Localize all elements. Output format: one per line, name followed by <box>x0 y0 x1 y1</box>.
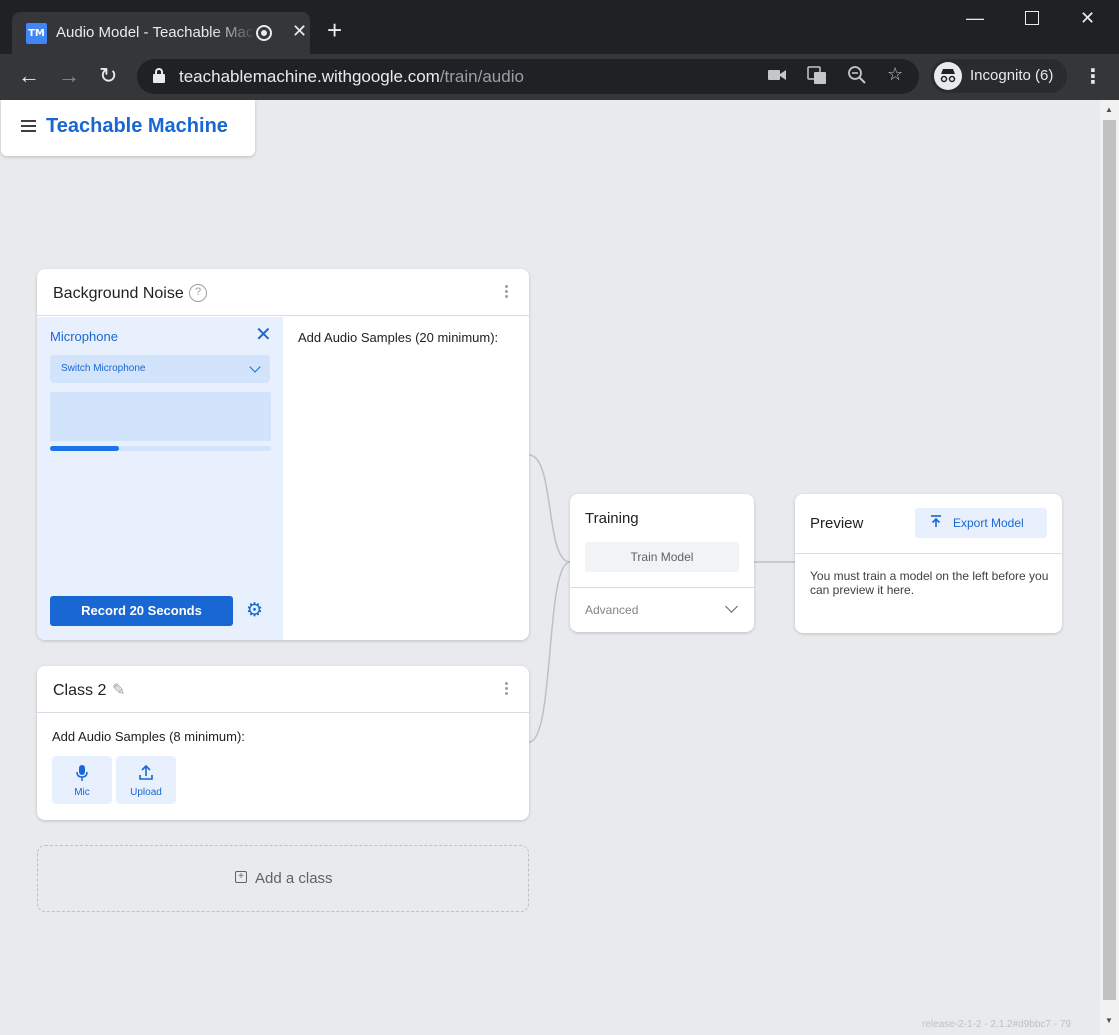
reload-icon[interactable]: ↻ <box>99 64 117 88</box>
upload-icon <box>116 764 176 786</box>
add-class-label: Add a class <box>255 870 333 887</box>
mic-icon <box>52 764 112 786</box>
add-class-button[interactable]: + Add a class <box>37 845 529 912</box>
page-canvas: Teachable Machine Background Noise ? Mic… <box>0 100 1100 1035</box>
class-card-header: Class 2 ✎ <box>37 666 529 713</box>
class-name[interactable]: Background Noise <box>53 285 184 303</box>
export-upload-icon <box>929 514 943 532</box>
class-name[interactable]: Class 2 <box>53 682 106 700</box>
lock-icon <box>153 68 165 84</box>
browser-tab[interactable]: TM Audio Model - Teachable Machine ✕ <box>12 12 310 54</box>
tab-close-icon[interactable]: ✕ <box>292 21 307 42</box>
class-card-background-noise: Background Noise ? Microphone ✕ Switch M… <box>37 269 529 640</box>
scrollbar-thumb[interactable] <box>1103 120 1116 1000</box>
chevron-down-icon <box>725 600 738 613</box>
preview-message: You must train a model on the left befor… <box>810 569 1049 597</box>
browser-toolbar: ← → ↻ teachablemachine.withgoogle.com/tr… <box>0 54 1119 100</box>
record-button[interactable]: Record 20 Seconds <box>50 596 233 626</box>
brand-title[interactable]: Teachable Machine <box>46 115 228 138</box>
training-title: Training <box>585 510 639 527</box>
url-text[interactable]: teachablemachine.withgoogle.com/train/au… <box>179 67 524 87</box>
scroll-down-icon[interactable]: ▼ <box>1105 1016 1113 1025</box>
bookmark-star-icon[interactable]: ☆ <box>887 64 903 85</box>
forward-arrow-icon[interactable]: → <box>58 64 80 88</box>
switch-microphone-select[interactable]: Switch Microphone <box>50 355 270 383</box>
mic-label: Mic <box>74 787 90 798</box>
brand-header: Teachable Machine <box>1 100 255 156</box>
gear-icon[interactable]: ⚙ <box>246 601 264 620</box>
mic-button[interactable]: Mic <box>52 756 112 804</box>
incognito-profile-button[interactable]: Incognito (6) <box>931 59 1067 93</box>
preview-title: Preview <box>810 515 864 532</box>
preview-header: Preview Export Model <box>795 494 1062 554</box>
class-card-header: Background Noise ? <box>37 269 529 316</box>
train-model-button[interactable]: Train Model <box>585 542 739 572</box>
microphone-panel: Microphone ✕ Switch Microphone Record 20… <box>37 317 283 640</box>
minimize-window-icon[interactable]: — <box>966 8 984 29</box>
export-model-button[interactable]: Export Model <box>915 508 1047 538</box>
camera-icon[interactable] <box>767 65 787 90</box>
class-options-icon[interactable] <box>505 682 509 698</box>
samples-title: Add Audio Samples (20 minimum): <box>298 330 499 345</box>
advanced-toggle[interactable]: Advanced <box>570 587 754 632</box>
recording-progress-bar <box>50 446 271 451</box>
close-icon[interactable]: ✕ <box>255 325 272 345</box>
switch-microphone-label: Switch Microphone <box>61 363 146 374</box>
upload-label: Upload <box>130 787 162 798</box>
address-bar[interactable]: teachablemachine.withgoogle.com/train/au… <box>137 59 919 94</box>
maximize-window-icon[interactable] <box>1025 11 1039 25</box>
add-box-icon: + <box>235 871 247 883</box>
class-options-icon[interactable] <box>505 285 509 301</box>
hamburger-menu-icon[interactable] <box>21 120 36 132</box>
samples-title: Add Audio Samples (8 minimum): <box>52 729 245 744</box>
microphone-title: Microphone <box>50 329 118 344</box>
incognito-label: Incognito (6) <box>970 67 1054 84</box>
recording-progress-fill <box>50 446 119 451</box>
close-window-icon[interactable]: ✕ <box>1080 8 1095 29</box>
release-version: release-2-1-2 - 2.1.2#d9bbc7 - 79 <box>922 1019 1071 1030</box>
scroll-up-icon[interactable]: ▲ <box>1105 105 1113 114</box>
browser-title-bar: TM Audio Model - Teachable Machine ✕ + —… <box>0 0 1119 54</box>
audio-waveform <box>50 392 271 441</box>
export-model-label: Export Model <box>953 516 1024 530</box>
chevron-down-icon <box>249 361 261 373</box>
back-arrow-icon[interactable]: ← <box>18 64 40 88</box>
translate-icon[interactable] <box>807 65 827 90</box>
advanced-label: Advanced <box>585 603 639 617</box>
training-card: Training Train Model Advanced <box>570 494 754 632</box>
upload-button[interactable]: Upload <box>116 756 176 804</box>
tab-audio-recording-icon <box>256 25 272 41</box>
preview-card: Preview Export Model You must train a mo… <box>795 494 1062 633</box>
incognito-icon <box>934 62 962 90</box>
browser-menu-icon[interactable]: ⋮ <box>1083 64 1103 88</box>
zoom-out-icon[interactable] <box>847 65 867 90</box>
help-icon[interactable]: ? <box>189 284 207 302</box>
new-tab-button[interactable]: + <box>327 17 342 43</box>
page-scrollbar[interactable]: ▲ ▼ <box>1100 100 1119 1035</box>
tab-favicon-icon: TM <box>26 23 47 44</box>
class-card-class-2: Class 2 ✎ Add Audio Samples (8 minimum):… <box>37 666 529 820</box>
pencil-edit-icon[interactable]: ✎ <box>112 680 125 699</box>
